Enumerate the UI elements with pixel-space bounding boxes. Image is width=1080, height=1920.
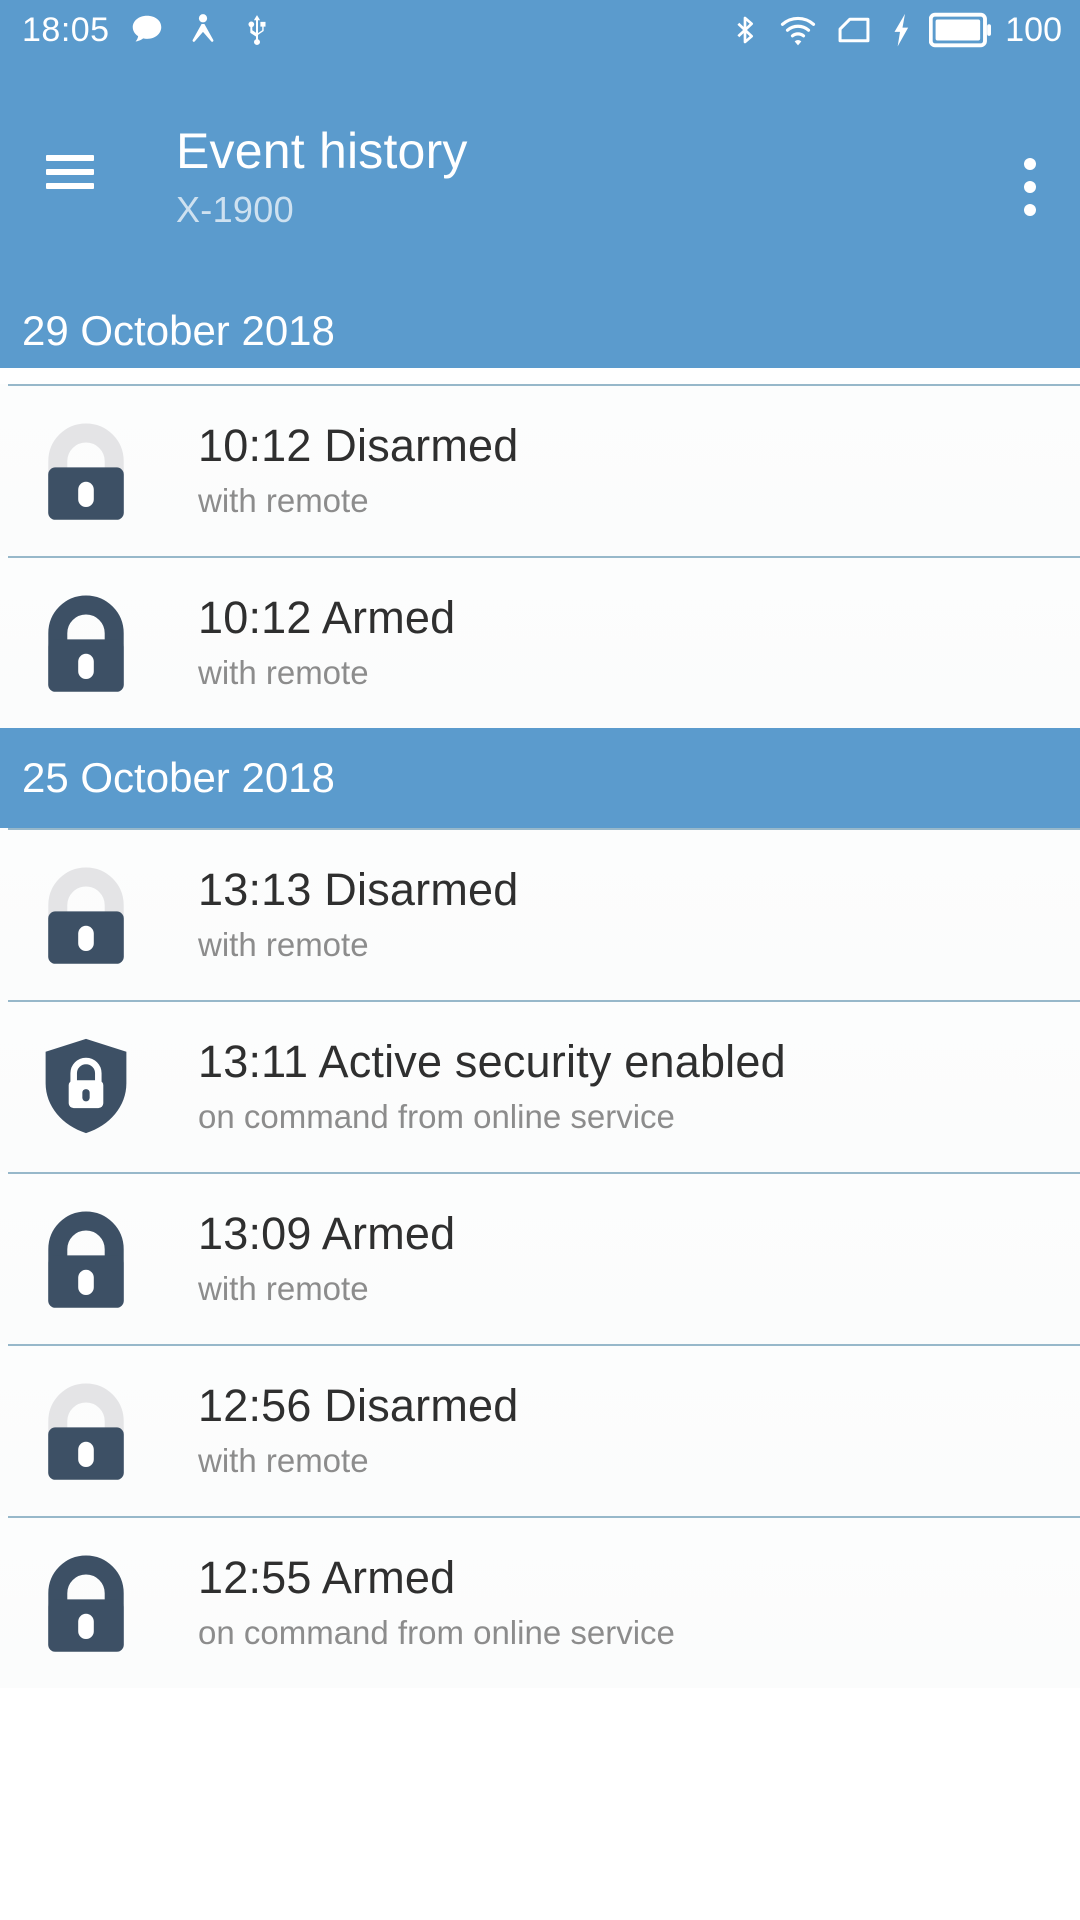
event-list-item[interactable]: 13:09 Armed with remote bbox=[0, 1172, 1080, 1344]
page-subtitle: X-1900 bbox=[176, 189, 294, 230]
overflow-dot bbox=[1024, 204, 1036, 216]
date-section-header: 25 October 2018 bbox=[0, 728, 1080, 828]
sd-card-icon bbox=[838, 17, 870, 43]
lock-closed-icon bbox=[34, 1207, 138, 1309]
lock-closed-icon bbox=[34, 1551, 138, 1653]
hamburger-menu-icon[interactable] bbox=[46, 155, 94, 189]
event-history-list: 29 October 2018 10:12 Disarmed with remote… bbox=[0, 288, 1080, 1688]
event-list-item[interactable]: 12:56 Disarmed with remote bbox=[0, 1344, 1080, 1516]
overflow-dot bbox=[1024, 158, 1036, 170]
wifi-icon bbox=[781, 16, 816, 46]
event-text-block: 13:11 Active security enabled on command … bbox=[198, 1036, 786, 1135]
event-detail: with remote bbox=[198, 1441, 369, 1479]
app-bar: Event history X-1900 bbox=[0, 60, 1080, 288]
screen-cast-icon bbox=[192, 14, 214, 42]
event-title: 12:55 Armed bbox=[198, 1552, 456, 1604]
lock-open-icon bbox=[34, 419, 138, 521]
event-list-item[interactable]: 12:55 Armed on command from online servic… bbox=[0, 1516, 1080, 1688]
event-list-item[interactable]: 13:11 Active security enabled on command … bbox=[0, 1000, 1080, 1172]
event-detail: with remote bbox=[198, 653, 369, 691]
list-top-spacer bbox=[0, 368, 1080, 384]
event-title: 13:11 Active security enabled bbox=[198, 1036, 786, 1088]
more-vertical-icon[interactable] bbox=[1024, 158, 1036, 216]
event-list-item[interactable]: 10:12 Armed with remote bbox=[0, 556, 1080, 728]
hamburger-bar bbox=[46, 183, 94, 189]
event-detail: with remote bbox=[198, 1269, 369, 1307]
bluetooth-icon bbox=[737, 16, 754, 44]
overflow-dot bbox=[1024, 181, 1036, 193]
event-detail: on command from online service bbox=[198, 1613, 675, 1651]
status-bar: 18:05 100 bbox=[0, 0, 1080, 60]
hamburger-bar bbox=[46, 155, 94, 161]
event-title: 10:12 Armed bbox=[198, 592, 456, 644]
battery-icon bbox=[929, 12, 992, 48]
charging-bolt-icon bbox=[894, 13, 909, 47]
event-list-item[interactable]: 10:12 Disarmed with remote bbox=[0, 384, 1080, 556]
status-bar-left: 18:05 bbox=[22, 11, 274, 49]
shield-lock-icon bbox=[34, 1036, 138, 1136]
event-list-item[interactable]: 13:13 Disarmed with remote bbox=[0, 828, 1080, 1000]
message-bubble-icon bbox=[132, 15, 161, 42]
event-title: 13:13 Disarmed bbox=[198, 864, 519, 916]
event-detail: with remote bbox=[198, 481, 369, 519]
event-title: 10:12 Disarmed bbox=[198, 420, 519, 472]
event-text-block: 10:12 Armed with remote bbox=[198, 592, 456, 691]
hamburger-bar bbox=[46, 169, 94, 175]
event-title: 13:09 Armed bbox=[198, 1208, 456, 1260]
lock-open-icon bbox=[34, 863, 138, 965]
date-section-header: 29 October 2018 bbox=[0, 288, 1080, 368]
event-text-block: 12:56 Disarmed with remote bbox=[198, 1380, 519, 1479]
usb-icon bbox=[248, 15, 266, 45]
event-text-block: 13:13 Disarmed with remote bbox=[198, 864, 519, 963]
event-text-block: 13:09 Armed with remote bbox=[198, 1208, 456, 1307]
page-title: Event history bbox=[176, 123, 468, 179]
event-text-block: 10:12 Disarmed with remote bbox=[198, 420, 519, 519]
event-detail: on command from online service bbox=[198, 1097, 675, 1135]
lock-open-icon bbox=[34, 1379, 138, 1481]
event-text-block: 12:55 Armed on command from online servic… bbox=[198, 1552, 675, 1651]
battery-percent-label: 100 bbox=[1005, 11, 1062, 49]
status-bar-right: 100 bbox=[729, 10, 1062, 50]
lock-closed-icon bbox=[34, 591, 138, 693]
app-bar-titles: Event history X-1900 bbox=[176, 126, 468, 231]
event-title: 12:56 Disarmed bbox=[198, 1380, 519, 1432]
status-bar-clock: 18:05 bbox=[22, 11, 110, 49]
event-detail: with remote bbox=[198, 925, 369, 963]
